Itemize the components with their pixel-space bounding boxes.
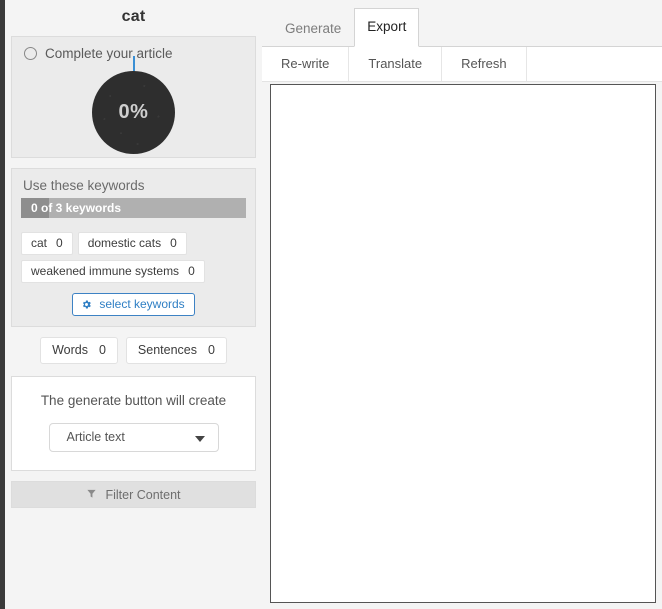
keyword-chip[interactable]: domestic cats 0 <box>77 232 187 255</box>
gear-icon <box>81 299 92 310</box>
sub-tab-bar: Re-write Translate Refresh <box>262 46 662 82</box>
keywords-progress-label: 0 of 3 keywords <box>31 201 122 215</box>
stat-label: Sentences <box>137 343 197 357</box>
stat-chip-sentences[interactable]: Sentences 0 <box>125 337 227 364</box>
funnel-icon <box>86 488 97 502</box>
keyword-chip[interactable]: cat 0 <box>21 232 73 255</box>
stat-value: 0 <box>98 343 106 357</box>
select-keywords-button[interactable]: select keywords <box>72 293 195 316</box>
main-tab-bar: Generate Export <box>262 0 662 47</box>
article-text-editor[interactable] <box>270 84 656 603</box>
generate-type-select[interactable]: Article text <box>48 423 219 452</box>
complete-article-label: Complete your article <box>45 46 173 61</box>
tab-refresh[interactable]: Refresh <box>442 47 527 81</box>
keyword-chip-label: cat <box>31 236 48 250</box>
generate-description: The generate button will create <box>40 393 227 408</box>
progress-donut-wrapper: 0% <box>12 56 255 157</box>
generate-type-select-wrapper: Article text <box>48 423 219 452</box>
stat-chip-words[interactable]: Words 0 <box>40 337 118 364</box>
select-keywords-row: select keywords <box>21 293 246 316</box>
progress-donut: 0% <box>92 56 175 154</box>
select-keywords-label: select keywords <box>99 297 185 311</box>
tab-generate[interactable]: Generate <box>272 12 354 46</box>
document-stats-row: Words 0 Sentences 0 <box>5 337 262 364</box>
keyword-chip-label: domestic cats <box>87 236 162 250</box>
generate-options-card: The generate button will create Article … <box>11 376 256 471</box>
page-title: cat <box>121 8 146 25</box>
tab-translate[interactable]: Translate <box>349 47 443 81</box>
keyword-chip-count: 0 <box>170 236 177 250</box>
editor-area <box>270 84 656 603</box>
tab-export[interactable]: Export <box>354 7 420 47</box>
keywords-progress-bar: 0 of 3 keywords <box>21 198 246 218</box>
left-sidebar-panel: cat Complete your article 0% Use these k… <box>5 0 262 609</box>
stat-value: 0 <box>207 343 215 357</box>
progress-percent-label: 0% <box>118 101 149 123</box>
keyword-chip-count: 0 <box>188 264 195 278</box>
sub-tab-filler <box>526 47 662 81</box>
article-progress-card: Complete your article 0% <box>11 36 256 158</box>
keywords-heading: Use these keywords <box>23 178 145 193</box>
keywords-card: Use these keywords 0 of 3 keywords cat 0… <box>11 168 256 327</box>
right-content-panel: Generate Export Re-write Translate Refre… <box>262 0 662 609</box>
keyword-chip-label: weakened immune systems <box>31 264 180 278</box>
keyword-chip[interactable]: weakened immune systems 0 <box>21 260 205 283</box>
app-root: cat Complete your article 0% Use these k… <box>0 0 662 609</box>
filter-content-button[interactable]: Filter Content <box>11 481 256 508</box>
tab-rewrite[interactable]: Re-write <box>262 47 350 81</box>
keyword-chip-count: 0 <box>56 236 63 250</box>
keyword-chip-list: cat 0 domestic cats 0 weakened immune sy… <box>21 232 246 283</box>
filter-content-label: Filter Content <box>105 487 181 502</box>
circle-status-icon <box>24 47 37 60</box>
stat-label: Words <box>52 343 88 357</box>
